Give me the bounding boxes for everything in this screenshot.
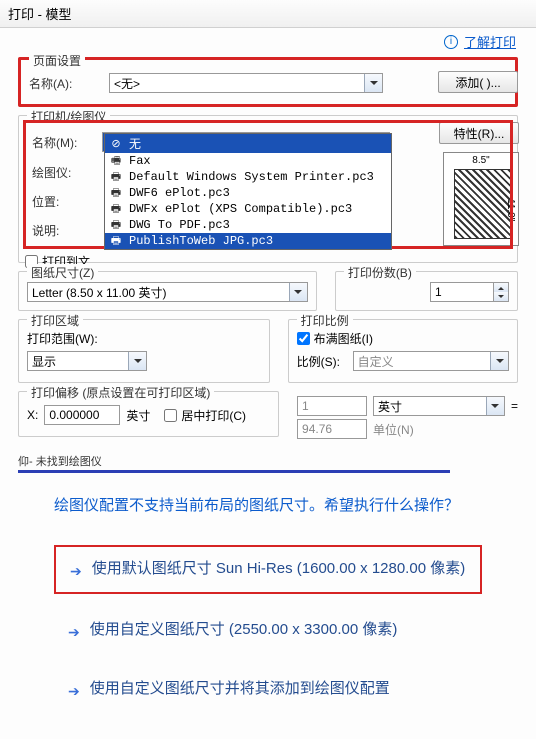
copies-group: 打印份数(B) xyxy=(335,271,518,311)
printer-option-default[interactable]: 🖶Default Windows System Printer.pc3 xyxy=(105,169,391,185)
plot-offset-title: 打印偏移 (原点设置在可打印区域) xyxy=(27,384,214,401)
center-plot-checkbox[interactable] xyxy=(164,409,177,422)
scale-unit2-input[interactable] xyxy=(297,419,367,439)
scale-unit2-unit: 单位(N) xyxy=(373,421,414,438)
use-custom-size-add-option[interactable]: ➔ 使用自定义图纸尺寸并将其添加到绘图仪配置 xyxy=(54,667,482,712)
location-label: 位置: xyxy=(32,193,96,210)
arrow-right-icon: ➔ xyxy=(68,621,80,643)
plotter-label: 绘图仪: xyxy=(32,164,96,181)
plotter-config-question: 绘图仪配置不支持当前布局的图纸尺寸。希望执行什么操作？ xyxy=(54,493,482,519)
plot-offset-group: 打印偏移 (原点设置在可打印区域) X: 英寸 居中打印(C) xyxy=(18,391,279,437)
arrow-right-icon: ➔ xyxy=(70,560,82,582)
plot-scale-group: 打印比例 布满图纸(I) 比例(S): xyxy=(288,319,518,383)
printer-option-fax[interactable]: 🖷Fax xyxy=(105,153,391,169)
printer-icon: 🖶 xyxy=(109,170,123,184)
use-custom-size-option[interactable]: ➔ 使用自定义图纸尺寸 (2550.00 x 3300.00 像素) xyxy=(54,608,482,653)
info-icon: i xyxy=(444,35,458,49)
offset-x-label: X: xyxy=(27,408,38,422)
paper-size-group: 图纸尺寸(Z) xyxy=(18,271,317,311)
plotter-icon: 🖶 xyxy=(109,234,123,248)
offset-x-input[interactable] xyxy=(44,405,120,425)
chevron-down-icon[interactable] xyxy=(364,74,382,92)
page-setup-name-select[interactable] xyxy=(109,73,383,93)
window-title: 打印 - 模型 xyxy=(8,4,72,23)
printer-option-dwfx[interactable]: 🖶DWFx ePlot (XPS Compatible).pc3 xyxy=(105,201,391,217)
center-plot-label: 居中打印(C) xyxy=(181,407,246,424)
spinner-down[interactable] xyxy=(494,292,508,301)
print-area-group: 打印区域 打印范围(W): xyxy=(18,319,270,383)
scale-select[interactable] xyxy=(353,351,509,371)
description-label: 说明: xyxy=(32,222,96,239)
window-titlebar: 打印 - 模型 xyxy=(0,0,536,28)
print-range-label: 打印范围(W): xyxy=(27,330,261,347)
paper-size-select[interactable] xyxy=(27,282,308,302)
copies-input[interactable] xyxy=(430,282,494,302)
learn-print-link[interactable]: 了解打印 xyxy=(464,32,516,51)
chevron-down-icon[interactable] xyxy=(128,352,146,370)
footer-truncated: 仰- 未找到绘图仪 xyxy=(18,453,102,470)
plotter-icon: 🖶 xyxy=(109,186,123,200)
use-default-size-option[interactable]: ➔ 使用默认图纸尺寸 Sun Hi-Res (1600.00 x 1280.00… xyxy=(54,545,482,594)
printer-option-dwf6[interactable]: 🖶DWF6 ePlot.pc3 xyxy=(105,185,391,201)
page-setup-name-label: 名称(A): xyxy=(29,75,93,92)
page-setup-name-value[interactable] xyxy=(109,73,383,93)
page-setup-title: 页面设置 xyxy=(29,52,85,69)
print-area-title: 打印区域 xyxy=(27,312,83,329)
spinner-up[interactable] xyxy=(494,283,508,292)
offset-x-unit: 英寸 xyxy=(126,407,150,424)
printer-option-pdf[interactable]: 🖶DWG To PDF.pc3 xyxy=(105,217,391,233)
printer-dropdown-list[interactable]: ⊘无 🖷Fax 🖶Default Windows System Printer.… xyxy=(104,133,392,250)
none-icon: ⊘ xyxy=(109,137,123,151)
add-page-setup-button[interactable]: 添加( )... xyxy=(438,71,518,93)
plotter-icon: 🖶 xyxy=(109,218,123,232)
printer-name-label: 名称(M): xyxy=(32,134,96,151)
printer-group: 打印机/绘图仪 特性(R)... 8.5" 11.0" 名称(M): 绘图仪: … xyxy=(18,115,518,263)
printer-option-jpg[interactable]: 🖶PublishToWeb JPG.pc3 xyxy=(105,233,391,249)
arrow-right-icon: ➔ xyxy=(68,680,80,702)
copies-title: 打印份数(B) xyxy=(344,264,416,281)
chevron-down-icon[interactable] xyxy=(486,397,504,415)
fit-to-paper-label: 布满图纸(I) xyxy=(314,330,373,347)
plot-scale-title: 打印比例 xyxy=(297,312,353,329)
chevron-down-icon[interactable] xyxy=(289,283,307,301)
printer-option-none[interactable]: ⊘无 xyxy=(105,134,391,153)
paper-size-title: 图纸尺寸(Z) xyxy=(27,264,98,281)
scale-unit1-input[interactable] xyxy=(297,396,367,416)
chevron-down-icon[interactable] xyxy=(490,352,508,370)
plotter-icon: 🖶 xyxy=(109,202,123,216)
scale-label: 比例(S): xyxy=(297,353,347,370)
fit-to-paper-checkbox[interactable] xyxy=(297,332,310,345)
equals-label: = xyxy=(511,399,518,413)
fax-icon: 🖷 xyxy=(109,154,123,168)
